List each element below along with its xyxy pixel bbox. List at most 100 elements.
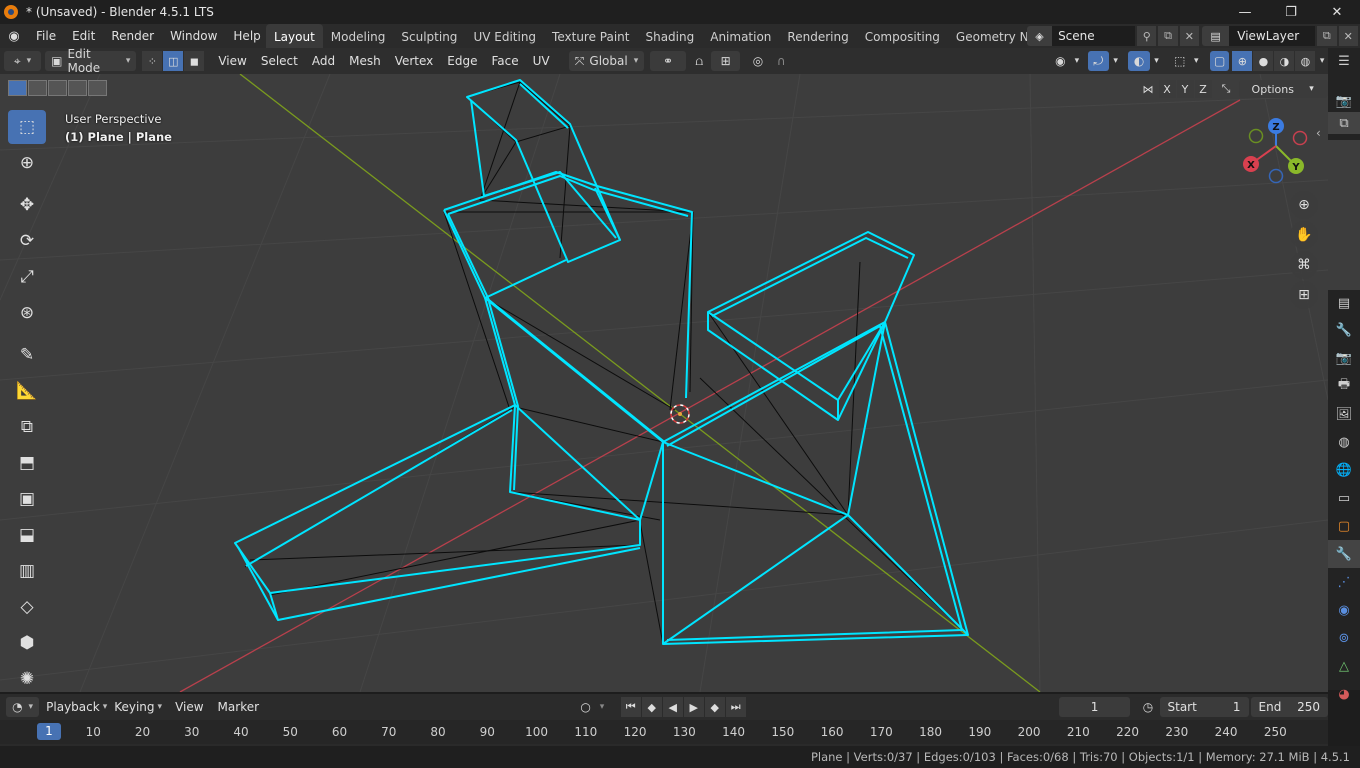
menu-select[interactable]: Select xyxy=(254,48,305,74)
inset-tool-icon[interactable]: ▣ xyxy=(8,482,46,516)
camera-view-icon[interactable]: ⌘ xyxy=(1290,251,1318,279)
scene-icon[interactable]: ◈ xyxy=(1027,26,1053,46)
tab-sculpting[interactable]: Sculpting xyxy=(393,24,465,48)
menu-mesh[interactable]: Mesh xyxy=(342,48,388,74)
add-cube-tool-icon[interactable]: ⧉ xyxy=(8,410,46,444)
preview-range-icon[interactable]: ◷ xyxy=(1136,697,1159,717)
proportional-edit-icon[interactable]: ◎ xyxy=(748,51,767,71)
jump-end-icon[interactable]: ⏭ xyxy=(725,697,746,717)
minimize-button[interactable]: — xyxy=(1222,0,1268,24)
xray-toggle-icon[interactable]: ▢ xyxy=(1210,51,1230,71)
play-reverse-icon[interactable]: ◀ xyxy=(662,697,683,717)
transform-orientation-dropdown[interactable]: ⤧ Global ▾ xyxy=(568,51,645,71)
menu-timeline-view[interactable]: View xyxy=(168,694,210,720)
menu-window[interactable]: Window xyxy=(162,24,225,48)
pan-hand-icon[interactable]: ✋ xyxy=(1290,221,1318,249)
auto-keying-caret-icon[interactable]: ▾ xyxy=(595,697,608,717)
output-properties-icon[interactable]: 🖶 xyxy=(1328,372,1360,400)
visibility-caret-icon[interactable]: ▾ xyxy=(1072,51,1082,71)
render-properties-icon[interactable]: 📷 xyxy=(1328,344,1360,372)
new-view-layer-icon[interactable]: ⧉ xyxy=(1317,26,1337,46)
sidebar-toggle-icon[interactable]: ‹ xyxy=(1316,126,1321,140)
gizmo-toggle-icon[interactable]: ⤾ xyxy=(1087,51,1109,71)
tab-modeling[interactable]: Modeling xyxy=(323,24,394,48)
mirror-x-toggle[interactable]: X xyxy=(1158,80,1176,98)
jump-next-keyframe-icon[interactable]: ◆ xyxy=(704,697,725,717)
ortho-grid-icon[interactable]: ⊞ xyxy=(1290,281,1318,309)
menu-vertex[interactable]: Vertex xyxy=(388,48,441,74)
wireframe-shading-icon[interactable]: ⊕ xyxy=(1232,51,1253,71)
menu-view[interactable]: View xyxy=(211,48,253,74)
proportional-falloff-icon[interactable]: ∩ xyxy=(770,51,793,71)
mirror-y-toggle[interactable]: Y xyxy=(1176,80,1194,98)
menu-marker[interactable]: Marker xyxy=(211,694,266,720)
new-scene-icon[interactable]: ⧉ xyxy=(1158,26,1178,46)
current-frame-indicator[interactable]: 1 xyxy=(37,723,61,740)
vertex-select-icon[interactable]: ⁘ xyxy=(142,51,163,71)
poly-build-tool-icon[interactable]: ⬢ xyxy=(8,626,46,660)
delete-view-layer-icon[interactable]: ✕ xyxy=(1338,26,1358,46)
auto-keying-icon[interactable]: ○ xyxy=(576,697,595,717)
shading-caret-icon[interactable]: ▾ xyxy=(1316,51,1328,71)
menu-file[interactable]: File xyxy=(28,24,64,48)
spin-tool-icon[interactable]: ✺ xyxy=(8,662,46,692)
edge-select-icon[interactable]: ◫ xyxy=(163,51,184,71)
select-box-tool-icon[interactable]: ⬚ xyxy=(8,110,46,144)
mirror-z-toggle[interactable]: Z xyxy=(1194,80,1212,98)
mesh-overlay-caret-icon[interactable]: ▾ xyxy=(1190,51,1202,71)
scene-properties-icon[interactable]: ◍ xyxy=(1328,428,1360,456)
view-layer-icon[interactable]: ▤ xyxy=(1202,26,1230,46)
menu-playback[interactable]: Playback xyxy=(39,694,107,720)
extrude-tool-icon[interactable]: ⬒ xyxy=(8,446,46,480)
material-properties-icon[interactable]: ◕ xyxy=(1328,680,1360,708)
snap-target-dropdown[interactable]: ⊞ xyxy=(710,51,741,71)
gizmo-caret-icon[interactable]: ▾ xyxy=(1109,51,1123,71)
tab-animation[interactable]: Animation xyxy=(702,24,779,48)
physics-properties-icon[interactable]: ◉ xyxy=(1328,596,1360,624)
auto-merge-icon[interactable]: ⤡ xyxy=(1218,80,1235,98)
particles-properties-icon[interactable]: ⋰ xyxy=(1328,568,1360,596)
tab-texture-paint[interactable]: Texture Paint xyxy=(544,24,637,48)
jump-start-icon[interactable]: ⏮ xyxy=(620,697,641,717)
face-select-icon[interactable]: ◼ xyxy=(184,51,205,71)
menu-edit[interactable]: Edit xyxy=(64,24,103,48)
tab-rendering[interactable]: Rendering xyxy=(779,24,856,48)
modifier-properties-icon[interactable]: 🔧 xyxy=(1328,540,1360,568)
delete-scene-icon[interactable]: ✕ xyxy=(1179,26,1200,46)
constraints-properties-icon[interactable]: ⊚ xyxy=(1328,624,1360,652)
object-properties-icon[interactable]: ▢ xyxy=(1328,512,1360,540)
snap-toggle-icon[interactable]: ⩍ xyxy=(690,51,709,71)
bevel-tool-icon[interactable]: ⬓ xyxy=(8,518,46,552)
render-visibility-icon[interactable]: ⧉ xyxy=(1328,112,1360,134)
menu-uv[interactable]: UV xyxy=(526,48,557,74)
menu-edge[interactable]: Edge xyxy=(440,48,484,74)
collection-properties-icon[interactable]: ▭ xyxy=(1328,484,1360,512)
timeline-ruler[interactable]: 1 10 20 30 40 50 60 70 80 90 100 110 120 130 140 150 16… xyxy=(0,720,1328,744)
play-icon[interactable]: ▶ xyxy=(683,697,704,717)
mode-dropdown[interactable]: ▣ Edit Mode ▾ xyxy=(45,47,137,75)
pin-scene-icon[interactable]: ⚲ xyxy=(1137,26,1157,46)
end-frame-field[interactable]: End 250 xyxy=(1250,697,1329,717)
scene-name-field[interactable]: Scene xyxy=(1052,26,1136,46)
move-tool-icon[interactable]: ✥ xyxy=(8,188,46,222)
tool-properties-icon[interactable]: 🔧 xyxy=(1328,316,1360,344)
measure-tool-icon[interactable]: 📐 xyxy=(8,374,46,408)
annotate-tool-icon[interactable]: ✎ xyxy=(8,338,46,372)
menu-keying[interactable]: Keying xyxy=(107,694,161,720)
material-shading-icon[interactable]: ◑ xyxy=(1274,51,1295,71)
select-subtract-icon[interactable] xyxy=(48,80,67,96)
editor-type-dropdown[interactable]: ⌖ ▾ xyxy=(4,51,42,71)
camera-visibility-icon[interactable]: 📷 xyxy=(1328,90,1360,112)
rotate-tool-icon[interactable]: ⟳ xyxy=(8,224,46,258)
menu-help[interactable]: Help xyxy=(225,24,268,48)
menu-render[interactable]: Render xyxy=(103,24,162,48)
overlays-caret-icon[interactable]: ▾ xyxy=(1150,51,1164,71)
knife-tool-icon[interactable]: ◇ xyxy=(8,590,46,624)
world-properties-icon[interactable]: 🌐 xyxy=(1328,456,1360,484)
visibility-icon[interactable]: ◉ xyxy=(1049,51,1072,71)
data-properties-icon[interactable]: △ xyxy=(1328,652,1360,680)
scale-tool-icon[interactable]: ⤢ xyxy=(8,260,46,294)
mesh-overlay-icon[interactable]: ⬚ xyxy=(1169,51,1190,71)
menu-face[interactable]: Face xyxy=(484,48,525,74)
tab-uv-editing[interactable]: UV Editing xyxy=(465,24,544,48)
